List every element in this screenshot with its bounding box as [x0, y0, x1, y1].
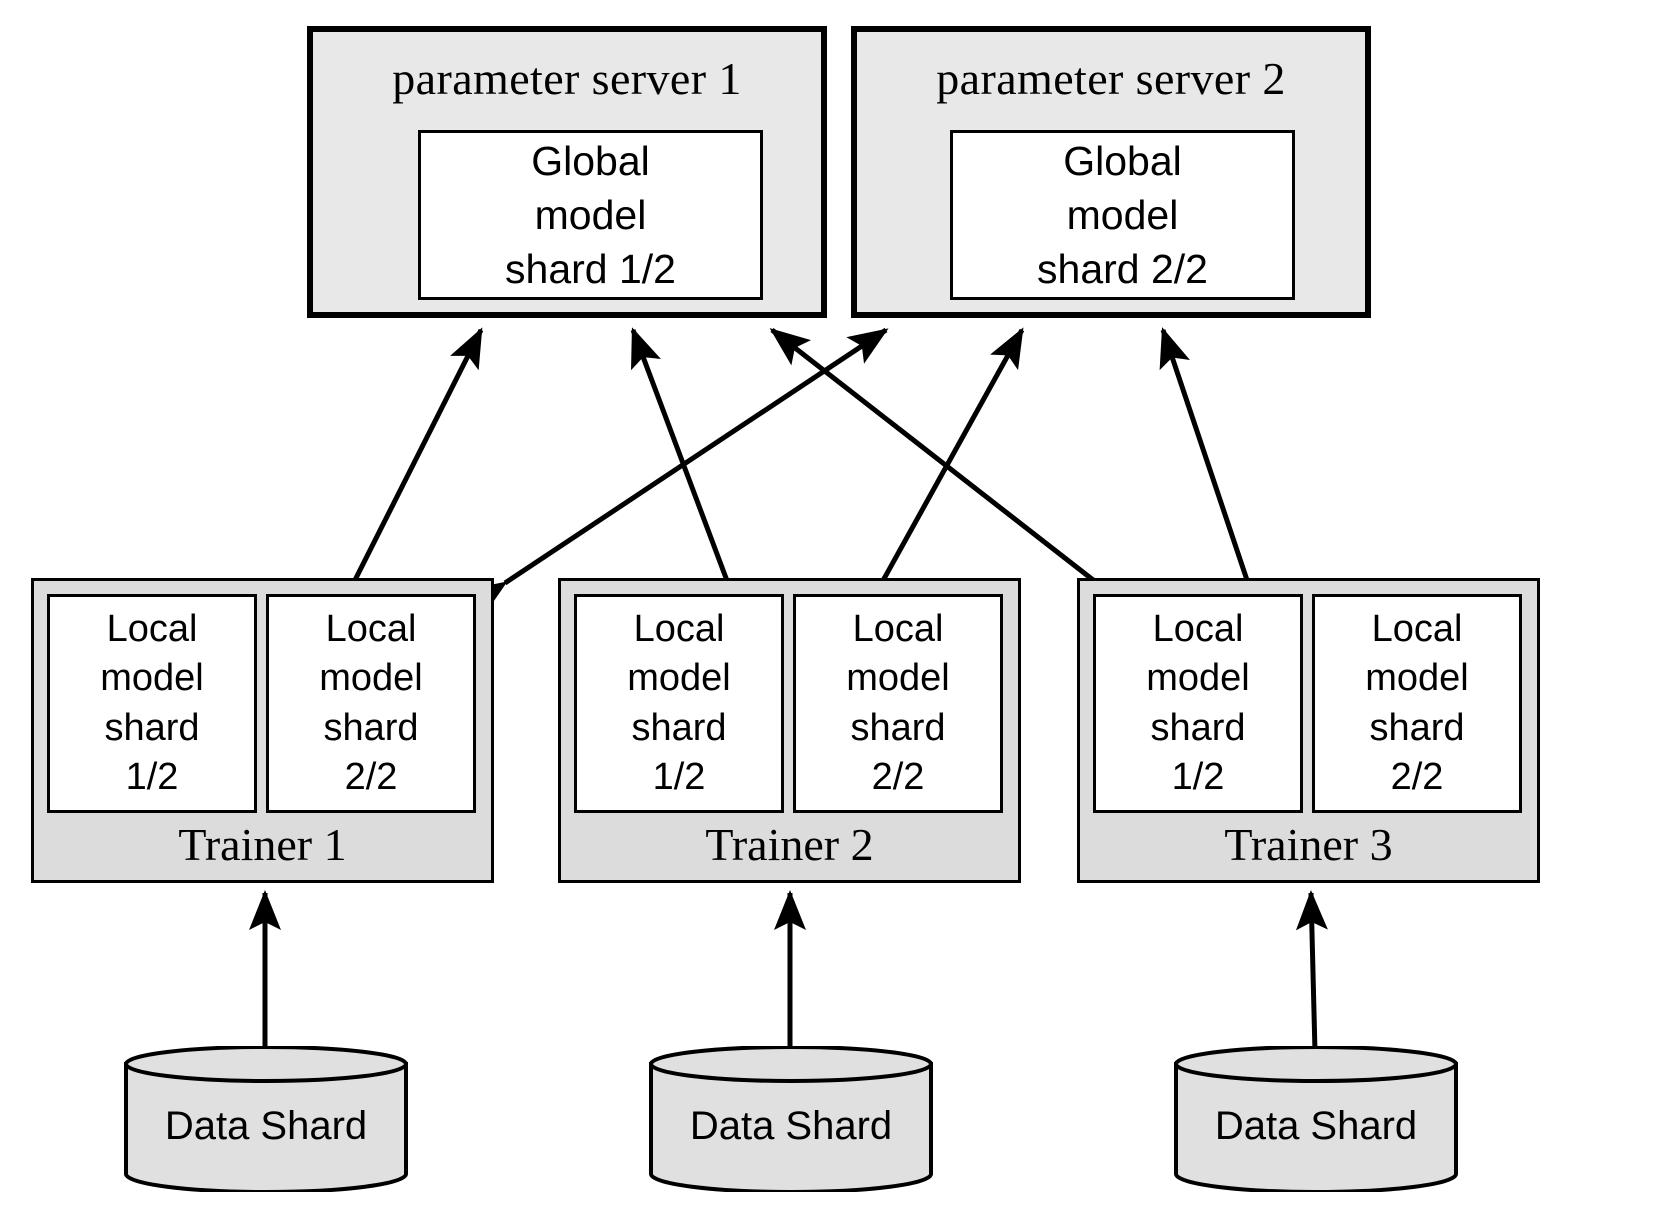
ps1-model-line-2: model: [534, 191, 647, 238]
cylinder-icon: [1174, 1045, 1458, 1194]
t2s1-line-2: model: [627, 657, 731, 700]
t1s2-line-3: shard: [323, 706, 419, 749]
data-shard-2[interactable]: Data Shard: [649, 1045, 933, 1194]
t2s2-line-3: shard: [850, 706, 946, 749]
trainer-2-shard-1[interactable]: Local model shard 1/2: [574, 594, 784, 813]
t2s1-line-3: shard: [631, 706, 727, 749]
trainer-1-shard-1[interactable]: Local model shard 1/2: [47, 594, 257, 813]
t1s2-line-2: model: [319, 657, 423, 700]
t2s1-line-1: Local: [633, 607, 725, 650]
parameter-server-1[interactable]: parameter server 1 Global model shard 1/…: [307, 26, 827, 318]
t3s2-line-2: model: [1365, 657, 1469, 700]
trainer-1[interactable]: Local model shard 1/2 Local model shard …: [31, 578, 494, 883]
parameter-server-2[interactable]: parameter server 2 Global model shard 2/…: [851, 26, 1371, 318]
edge-trainer3-ps1: [769, 328, 1137, 619]
t2s2-line-4: 2/2: [871, 755, 925, 798]
ps2-model-line-1: Global: [1063, 137, 1182, 184]
t3s2-line-4: 2/2: [1390, 755, 1444, 798]
edge-trainer1-ps1: [321, 327, 484, 627]
trainer-3-label: Trainer 3: [1224, 819, 1393, 870]
parameter-server-2-model-box: Global model shard 2/2: [950, 130, 1295, 300]
parameter-server-1-title: parameter server 1: [392, 53, 742, 104]
edge-trainer2-ps1: [630, 327, 757, 627]
parameter-server-2-title: parameter server 2: [936, 53, 1286, 104]
t1s1-line-4: 1/2: [125, 755, 179, 798]
t1s1-line-1: Local: [106, 607, 198, 650]
t3s1-line-1: Local: [1152, 607, 1244, 650]
data-shard-3[interactable]: Data Shard: [1174, 1045, 1458, 1194]
edge-trainer2-ps2: [848, 327, 1025, 627]
t2s2-line-2: model: [846, 657, 950, 700]
trainer-2-shard-2[interactable]: Local model shard 2/2: [793, 594, 1003, 813]
t2s2-line-1: Local: [852, 607, 944, 650]
cylinder-icon: [649, 1045, 933, 1194]
trainer-1-shard-2[interactable]: Local model shard 2/2: [266, 594, 476, 813]
parameter-server-1-model-box: Global model shard 1/2: [418, 130, 763, 300]
cylinder-icon: [124, 1045, 408, 1194]
trainer-2[interactable]: Local model shard 1/2 Local model shard …: [558, 578, 1021, 883]
ps2-model-line-2: model: [1066, 191, 1179, 238]
t3s1-line-2: model: [1146, 657, 1250, 700]
trainer-3[interactable]: Local model shard 1/2 Local model shard …: [1077, 578, 1540, 883]
t2s1-line-4: 1/2: [652, 755, 706, 798]
data-shard-1[interactable]: Data Shard: [124, 1045, 408, 1194]
trainer-3-shard-1[interactable]: Local model shard 1/2: [1093, 594, 1303, 813]
t1s2-line-4: 2/2: [344, 755, 398, 798]
trainer-2-label: Trainer 2: [705, 819, 874, 870]
t1s1-line-2: model: [100, 657, 204, 700]
trainer-1-label: Trainer 1: [178, 819, 347, 870]
edge-trainer1-ps2: [465, 327, 889, 617]
ps2-model-line-3: shard 2/2: [1037, 246, 1208, 293]
diagram-canvas: parameter server 1 Global model shard 1/…: [0, 0, 1668, 1228]
t3s1-line-4: 1/2: [1171, 755, 1225, 798]
trainer-3-shard-2[interactable]: Local model shard 2/2: [1312, 594, 1522, 813]
t3s2-line-1: Local: [1371, 607, 1463, 650]
edge-trainer3-ps2: [1159, 327, 1276, 627]
t3s1-line-3: shard: [1150, 706, 1246, 749]
edge-datashard3-trainer3: [1295, 890, 1328, 1053]
ps1-model-line-1: Global: [531, 137, 650, 184]
t1s1-line-3: shard: [104, 706, 200, 749]
t1s2-line-1: Local: [325, 607, 417, 650]
t3s2-line-3: shard: [1369, 706, 1465, 749]
ps1-model-line-3: shard 1/2: [505, 246, 676, 293]
